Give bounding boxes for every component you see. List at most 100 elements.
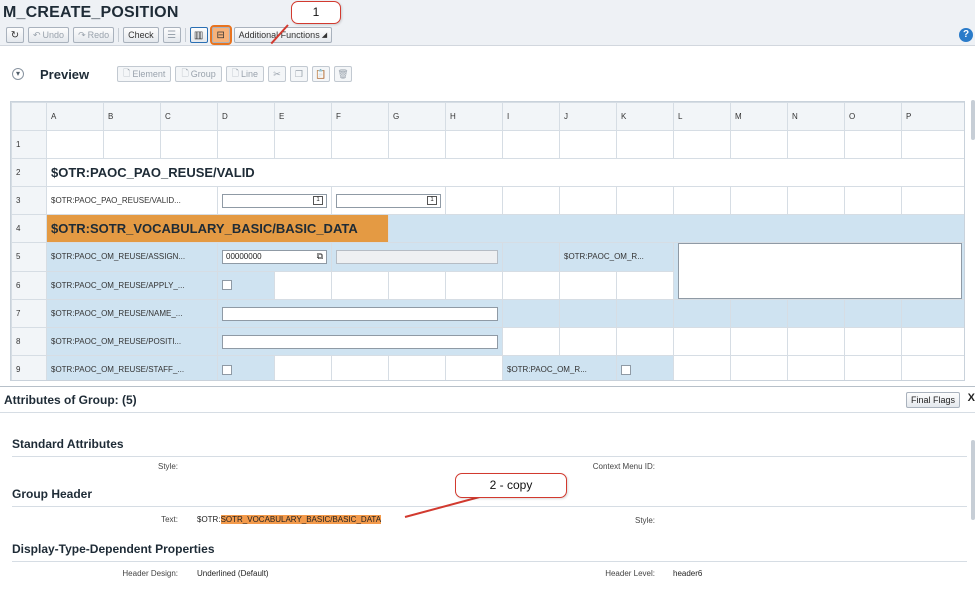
add-line-label: Line bbox=[240, 69, 258, 79]
row-number: 9 bbox=[11, 355, 47, 380]
column-header: A bbox=[46, 102, 104, 131]
callout-1: 1 bbox=[291, 1, 341, 24]
header-design-label: Header Design: bbox=[122, 569, 178, 578]
calendar-icon[interactable]: 1 bbox=[427, 196, 437, 205]
document-icon: 🗋 bbox=[181, 68, 189, 78]
valid-to-date-field[interactable]: 1 bbox=[336, 193, 441, 208]
calendar-icon[interactable]: 1 bbox=[313, 196, 323, 205]
row-number: 3 bbox=[11, 186, 47, 215]
undo-button[interactable]: ↶ Undo bbox=[28, 27, 70, 43]
callout-1-text: 1 bbox=[312, 5, 320, 19]
preview-scrollbar[interactable] bbox=[971, 100, 975, 140]
undo-label: Undo bbox=[42, 30, 65, 40]
apply-label[interactable]: $OTR:PAOC_OM_REUSE/APPLY_... bbox=[46, 270, 218, 300]
document-icon: 🗋 bbox=[231, 68, 239, 78]
copy-icon: ❐ bbox=[294, 68, 303, 79]
column-header: H bbox=[445, 102, 503, 131]
grid-row: 2 $OTR:PAOC_PAO_REUSE/VALID bbox=[11, 158, 964, 187]
header-level-value[interactable]: header6 bbox=[673, 569, 702, 578]
grid-row: 5 $OTR:PAOC_OM_REUSE/ASSIGN... 00000000 ⧉… bbox=[11, 242, 964, 300]
redo-button[interactable]: ↷ Redo bbox=[73, 27, 115, 43]
preview-title: Preview bbox=[40, 66, 90, 82]
assign-input-value: 00000000 bbox=[226, 252, 262, 262]
check-label: Check bbox=[128, 30, 154, 40]
refresh-button[interactable]: ↻ bbox=[6, 27, 24, 43]
add-group-button[interactable]: 🗋 Group bbox=[175, 66, 222, 82]
valid-from-date-field[interactable]: 1 bbox=[222, 193, 327, 208]
column-header: L bbox=[673, 102, 731, 131]
cut-button[interactable]: ✂ bbox=[267, 66, 286, 82]
redo-icon: ↷ bbox=[78, 29, 86, 40]
header-design-value[interactable]: Underlined (Default) bbox=[197, 569, 269, 578]
text-value[interactable]: $OTR:SOTR_VOCABULARY_BASIC/BASIC_DATA bbox=[197, 515, 382, 524]
redo-label: Redo bbox=[87, 30, 110, 40]
row-number: 8 bbox=[11, 327, 47, 356]
column-header: I bbox=[502, 102, 560, 131]
scissors-icon: ✂ bbox=[273, 68, 281, 79]
assign-input[interactable]: 00000000 ⧉ bbox=[222, 249, 327, 264]
column-header: J bbox=[559, 102, 617, 131]
add-line-button[interactable]: 🗋 Line bbox=[225, 66, 264, 82]
layout-rows-icon: ☰ bbox=[167, 29, 177, 41]
final-flags-label: Final Flags bbox=[910, 395, 955, 405]
om-r-label[interactable]: $OTR:PAOC_OM_R... bbox=[559, 242, 674, 272]
delete-button[interactable]: 🗑 bbox=[333, 66, 352, 82]
preview-grid: A B C D E F G H I J K L M N O P 1 2 $OTR… bbox=[10, 101, 965, 381]
layout-columns-button[interactable]: ▥ bbox=[189, 27, 208, 43]
column-header: O bbox=[844, 102, 902, 131]
text-area[interactable] bbox=[678, 243, 962, 299]
row-number: 1 bbox=[11, 130, 47, 159]
grid-row: 3 $OTR:PAOC_PAO_REUSE/VALID... 1 1 bbox=[11, 186, 964, 215]
layout-split-button[interactable]: ⊟ bbox=[209, 25, 232, 45]
grid-row: 8 $OTR:PAOC_OM_REUSE/POSITI... bbox=[11, 327, 964, 356]
name-input[interactable] bbox=[222, 306, 498, 321]
column-header: B bbox=[103, 102, 161, 131]
toolbar-separator bbox=[184, 28, 186, 42]
staff-checkbox[interactable] bbox=[222, 364, 232, 375]
divider bbox=[12, 506, 967, 507]
staff-label[interactable]: $OTR:PAOC_OM_REUSE/STAFF_... bbox=[46, 355, 218, 380]
apply-checkbox[interactable] bbox=[222, 280, 232, 291]
text-value-prefix: $OTR: bbox=[197, 515, 221, 524]
column-header: C bbox=[160, 102, 218, 131]
group-header-title: Group Header bbox=[12, 487, 93, 501]
final-flags-button[interactable]: Final Flags bbox=[905, 392, 960, 408]
page-title: M_CREATE_POSITION bbox=[3, 4, 179, 21]
close-icon[interactable]: X bbox=[968, 392, 975, 404]
help-icon[interactable]: ? bbox=[959, 28, 973, 42]
preview-header: ▾ Preview 🗋 Element 🗋 Group 🗋 Line ✂ ❐ 📋 🗑 bbox=[0, 62, 975, 86]
column-header: P bbox=[901, 102, 964, 131]
column-header: N bbox=[787, 102, 845, 131]
row-number: 7 bbox=[11, 299, 47, 328]
chevron-down-icon: ▾ bbox=[15, 69, 20, 78]
undo-icon: ↶ bbox=[33, 29, 41, 40]
attributes-scrollbar[interactable] bbox=[971, 440, 975, 520]
name-label[interactable]: $OTR:PAOC_OM_REUSE/NAME_... bbox=[46, 299, 218, 328]
trash-icon: 🗑 bbox=[337, 68, 349, 79]
column-header: D bbox=[217, 102, 275, 131]
assign-label[interactable]: $OTR:PAOC_OM_REUSE/ASSIGN... bbox=[46, 242, 218, 272]
assign-description-field bbox=[336, 249, 498, 264]
group-header-valid[interactable]: $OTR:PAOC_PAO_REUSE/VALID bbox=[46, 158, 964, 187]
divider bbox=[12, 561, 967, 562]
row-number: 4 bbox=[11, 214, 47, 243]
collapse-toggle[interactable]: ▾ bbox=[12, 68, 24, 80]
layout-split-icon: ⊟ bbox=[216, 29, 225, 41]
position-input[interactable] bbox=[222, 334, 498, 349]
column-header: M bbox=[730, 102, 788, 131]
callout-2-text: 2 - copy bbox=[489, 478, 533, 492]
column-header: E bbox=[274, 102, 332, 131]
corner-cell bbox=[11, 102, 47, 131]
check-button[interactable]: Check bbox=[123, 27, 159, 43]
position-label[interactable]: $OTR:PAOC_OM_REUSE/POSITI... bbox=[46, 327, 218, 356]
paste-button[interactable]: 📋 bbox=[311, 66, 330, 82]
add-element-button[interactable]: 🗋 Element bbox=[117, 66, 172, 82]
row-number: 6 bbox=[11, 270, 47, 300]
copy-button[interactable]: ❐ bbox=[289, 66, 308, 82]
value-help-icon[interactable]: ⧉ bbox=[317, 251, 323, 262]
valid-label[interactable]: $OTR:PAOC_PAO_REUSE/VALID... bbox=[46, 186, 218, 215]
layout-rows-button[interactable]: ☰ bbox=[162, 27, 181, 43]
group-header-basic-data[interactable]: $OTR:SOTR_VOCABULARY_BASIC/BASIC_DATA bbox=[46, 214, 389, 243]
om-r-label-2[interactable]: $OTR:PAOC_OM_R... bbox=[502, 355, 617, 380]
om-r-checkbox[interactable] bbox=[621, 364, 631, 375]
